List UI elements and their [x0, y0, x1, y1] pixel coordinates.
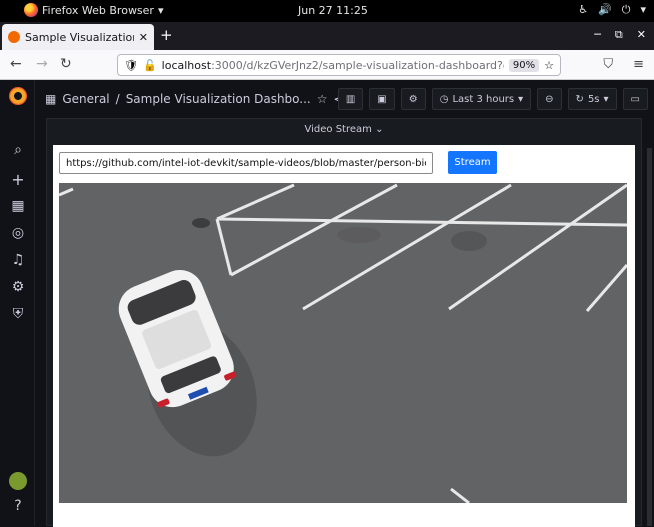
chevron-down-icon: ▾: [518, 93, 524, 105]
dashboards-grid-icon: ▦: [45, 92, 57, 106]
breadcrumb-separator: /: [115, 92, 120, 106]
browser-tab[interactable]: Sample Visualization Das ✕: [2, 24, 154, 50]
url-text[interactable]: localhost:3000/d/kzGVerJnz2/sample-visua…: [162, 59, 504, 72]
stream-button[interactable]: Stream: [448, 151, 497, 174]
search-icon[interactable]: ⌕: [10, 142, 26, 158]
video-url-input[interactable]: [59, 152, 433, 174]
grafana-logo-icon[interactable]: [9, 87, 27, 105]
forward-icon[interactable]: →: [36, 56, 48, 72]
system-top-bar: Firefox Web Browser ▾ Jun 27 11:25 ♿ 🔊 ⏻…: [0, 0, 654, 22]
avatar[interactable]: [9, 472, 27, 490]
dashboard-nav-bar: ▦ General / Sample Visualization Dashbo.…: [35, 80, 654, 118]
dashboards-icon[interactable]: ▦: [10, 198, 26, 214]
zoom-level-badge[interactable]: 90%: [508, 58, 540, 72]
back-icon[interactable]: ←: [10, 56, 22, 72]
power-icon[interactable]: ⏻: [622, 3, 631, 17]
clock-icon: ◷: [439, 93, 449, 105]
alerting-icon[interactable]: ♫: [10, 252, 26, 268]
save-icon: ▣: [377, 93, 387, 105]
refresh-interval-label: 5s: [587, 93, 600, 105]
app-menu[interactable]: Firefox Web Browser ▾: [24, 3, 164, 17]
breadcrumb-folder[interactable]: General: [62, 92, 109, 106]
save-dashboard-button[interactable]: ▣: [369, 88, 395, 110]
dashboard-toolbar: ▥ ▣ ⚙ ◷ Last 3 hours ▾ ⊖ ↻ 5s ▾ ▭: [337, 88, 648, 110]
clock[interactable]: Jun 27 11:25: [298, 4, 368, 17]
page-scrollbar[interactable]: [647, 148, 652, 526]
help-icon[interactable]: ?: [10, 498, 26, 514]
breadcrumb: ▦ General / Sample Visualization Dashbo.…: [45, 92, 344, 106]
refresh-icon: ↻: [575, 93, 584, 105]
page-info-icon[interactable]: 🛡: [124, 59, 138, 72]
url-bar[interactable]: 🛡 🔓 localhost:3000/d/kzGVerJnz2/sample-v…: [117, 54, 561, 76]
hamburger-menu-icon[interactable]: ≡: [633, 57, 644, 72]
browser-tab-strip: Sample Visualization Das ✕ + ─ ⧉ ✕: [0, 22, 654, 50]
explore-icon[interactable]: ◎: [10, 225, 26, 241]
close-icon[interactable]: ✕: [139, 31, 148, 44]
configuration-icon[interactable]: ⚙: [10, 279, 26, 295]
accessibility-icon[interactable]: ♿: [578, 3, 588, 17]
browser-toolbar-right: ⛉ ≡: [603, 57, 644, 72]
settings-icon: ⚙: [408, 93, 418, 105]
shield-icon[interactable]: ⛨: [10, 306, 26, 322]
system-tray[interactable]: ♿ 🔊 ⏻ ▾: [578, 3, 646, 17]
window-close-icon[interactable]: ✕: [637, 28, 646, 42]
tv-mode-icon: ▭: [630, 93, 640, 105]
star-icon[interactable]: ☆: [317, 92, 328, 106]
grafana-favicon-icon: [8, 31, 20, 43]
time-picker-button[interactable]: ◷ Last 3 hours ▾: [431, 88, 532, 110]
bookmark-star-icon[interactable]: ☆: [544, 59, 554, 72]
chevron-down-icon: ▾: [157, 3, 164, 17]
video-stream-panel: Video Stream ⌄ Stream: [46, 118, 642, 527]
refresh-picker-button[interactable]: ↻ 5s ▾: [567, 88, 617, 110]
video-player[interactable]: [59, 183, 627, 503]
add-panel-icon: ▥: [345, 93, 356, 105]
grafana-side-menu: ⌕ + ▦ ◎ ♫ ⚙ ⛨ ?: [0, 80, 35, 526]
minimize-icon[interactable]: ─: [594, 28, 601, 42]
time-range-label: Last 3 hours: [452, 93, 515, 105]
chevron-down-icon[interactable]: ▾: [640, 3, 646, 17]
plus-icon[interactable]: +: [10, 170, 26, 189]
reload-icon[interactable]: ↻: [60, 56, 72, 72]
app-menu-label: Firefox Web Browser: [42, 3, 154, 17]
browser-nav-bar: ← → ↻ 🛡 🔓 localhost:3000/d/kzGVerJnz2/sa…: [0, 50, 654, 80]
dashboard-settings-button[interactable]: ⚙: [400, 88, 426, 110]
panel-title[interactable]: Video Stream ⌄: [47, 124, 641, 135]
zoom-out-icon: ⊖: [545, 93, 554, 105]
restore-icon[interactable]: ⧉: [615, 28, 623, 42]
zoom-out-button[interactable]: ⊖: [537, 88, 562, 110]
chevron-down-icon: ⌄: [375, 124, 384, 135]
tv-mode-button[interactable]: ▭: [622, 88, 648, 110]
drain-cover: [192, 218, 210, 228]
pocket-icon[interactable]: ⛉: [603, 57, 613, 72]
firefox-icon: [24, 3, 38, 17]
add-panel-button[interactable]: ▥: [337, 88, 364, 110]
window-controls: ─ ⧉ ✕: [594, 28, 646, 42]
tab-title: Sample Visualization Das: [25, 30, 134, 44]
video-frame-parking-lot: [59, 183, 627, 503]
lock-icon[interactable]: 🔓: [143, 59, 157, 72]
panel-content: Stream: [53, 145, 635, 527]
volume-icon[interactable]: 🔊: [598, 3, 612, 17]
dashboard-title[interactable]: Sample Visualization Dashbo...: [126, 92, 311, 106]
chevron-down-icon: ▾: [603, 93, 609, 105]
new-tab-icon[interactable]: +: [160, 26, 173, 44]
